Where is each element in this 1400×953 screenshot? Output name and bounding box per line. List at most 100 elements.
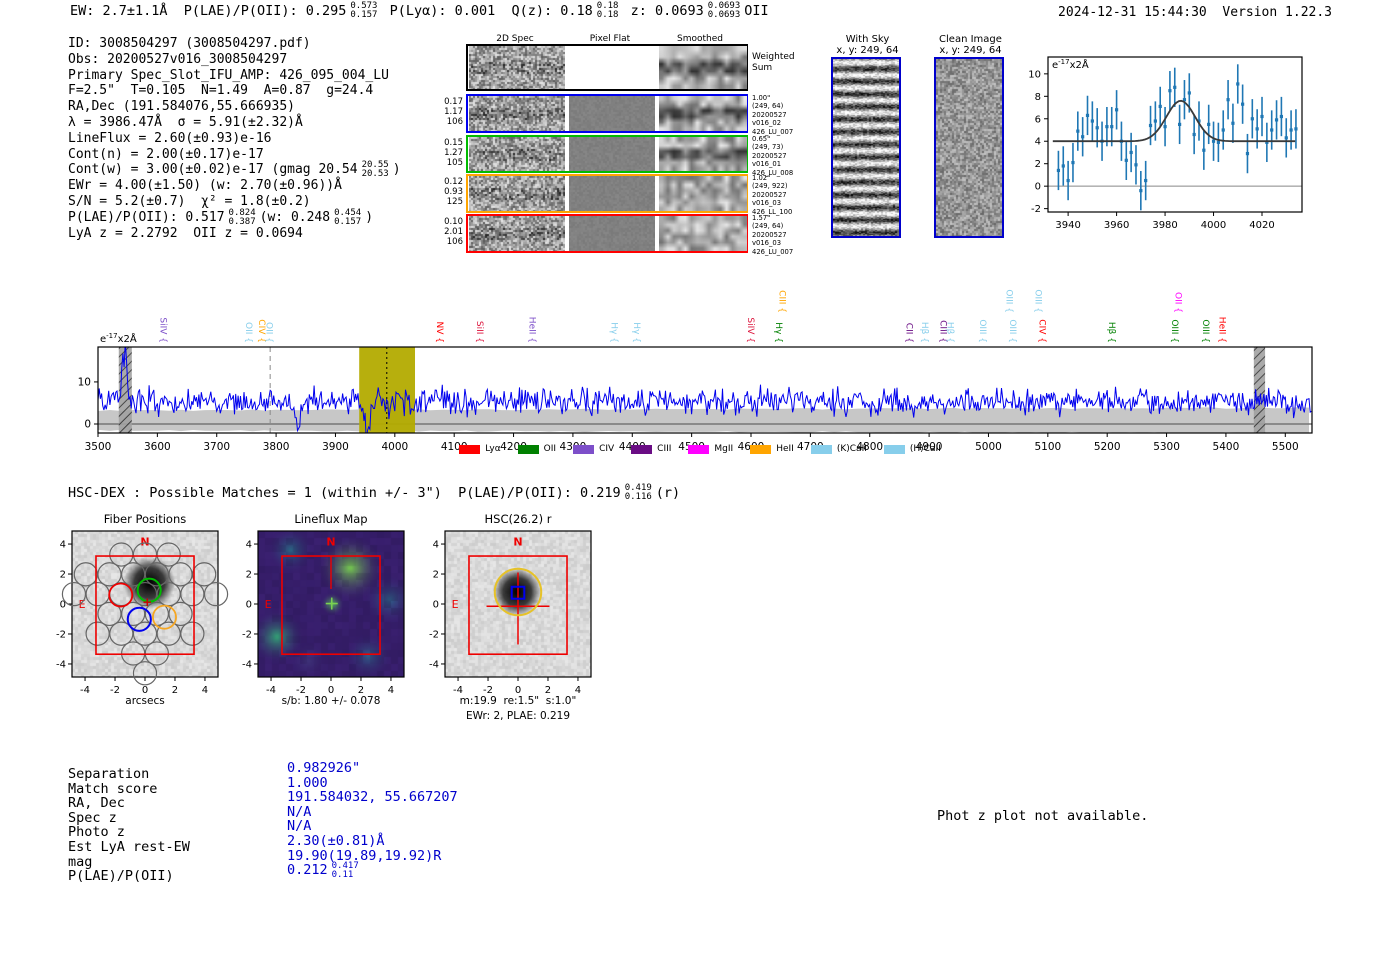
svg-text:2: 2: [1035, 159, 1041, 170]
legend-swatch: [631, 444, 653, 454]
legend-item: (K)CaII: [810, 444, 867, 454]
svg-text:Hγ {: Hγ {: [773, 322, 783, 343]
legend-swatch: [688, 444, 710, 454]
spec2d-row-meta: 0.65" (249, 73) 20200527 v016_01 426_LU_008: [752, 135, 793, 177]
svg-text:4000: 4000: [1201, 220, 1226, 231]
info-line: Cont(n) = 2.00(±0.17)e-17: [68, 147, 401, 163]
info-text: Cont(n) = 2.00(±0.17)e-17: [68, 146, 264, 162]
hsc-header-lo: 0.116: [624, 492, 652, 502]
svg-text:N: N: [140, 536, 149, 549]
spec2d-cutout-grid: 2D Spec Pixel Flat Smoothed Weighted Sum 0.17…: [443, 30, 803, 260]
info-text: ): [365, 209, 374, 225]
svg-text:SiII {: SiII {: [474, 321, 484, 343]
clean-image: [934, 57, 1004, 238]
svg-text:-4: -4: [429, 659, 439, 670]
svg-text:4: 4: [388, 685, 394, 696]
spec2d-2d-image: [469, 216, 565, 251]
svg-text:-4: -4: [242, 659, 252, 670]
match-value-text: N/A: [287, 803, 312, 820]
svg-text:OII {: OII {: [264, 322, 274, 343]
svg-text:SiIV {: SiIV {: [745, 317, 755, 343]
spec2d-column-title: Smoothed: [677, 34, 723, 44]
svg-text:4: 4: [246, 540, 252, 551]
match-field-label: Est LyA rest-EW: [68, 838, 190, 855]
svg-text:OIII {: OIII {: [977, 319, 987, 343]
spec2d-row-stats: 0.15 1.27 105: [443, 138, 463, 168]
clean-coords: x, y: 249, 64: [939, 45, 1002, 56]
match-value-text: 19.90(19.89,19.92)R: [287, 847, 442, 864]
full-spectrum-plot: 3500360037003800390040004100420043004400…: [78, 289, 1313, 453]
spec2d-stat: 0.17: [444, 97, 463, 107]
withsky-coords: x, y: 249, 64: [836, 45, 899, 56]
svg-text:2: 2: [246, 570, 252, 581]
summary-lo: 0.18: [596, 10, 619, 20]
legend-label: CIII: [657, 444, 672, 454]
info-lo: 20.53: [361, 169, 389, 180]
svg-text:3980: 3980: [1152, 220, 1177, 231]
spec2d-row: [466, 44, 748, 91]
legend-item: HeII: [750, 444, 794, 454]
svg-text:E: E: [452, 598, 459, 611]
withsky-image: [831, 57, 901, 238]
info-text: ID: 3008504297 (3008504297.pdf): [68, 36, 311, 51]
info-hilo: 0.454 0.157: [334, 208, 361, 227]
info-text: Obs: 20200527v016_3008504297: [68, 51, 288, 67]
legend-swatch: [517, 444, 539, 454]
spec2d-meta-line: 1.00": [752, 94, 771, 102]
spec2d-row-meta: Weighted Sum: [752, 52, 795, 74]
svg-text:Hγ {: Hγ {: [631, 322, 641, 343]
spec2d-smoothed-image: [659, 216, 747, 251]
spec2d-meta-line: 20200527: [752, 110, 787, 119]
svg-text:10: 10: [78, 376, 91, 388]
info-text: Cont(w) = 3.00(±0.02)e-17 (gmag 20.54: [68, 162, 358, 178]
spec2d-meta-line: 20200527: [752, 151, 787, 160]
match-table-row: RA, Dec 191.584032, 55.667207: [68, 790, 458, 811]
match-value-text: 0.212: [287, 862, 328, 879]
legend-item: CIII: [631, 444, 671, 454]
legend-item: Lyα: [459, 444, 501, 454]
panel-caption: m:19.9 re:1.5" s:1.0": [459, 695, 577, 707]
spec2d-meta-line: v016_01: [752, 160, 782, 169]
legend-swatch: [573, 444, 595, 454]
match-field-label: Match score: [68, 780, 158, 797]
spec2d-meta-line: v016_02: [752, 119, 782, 128]
spec2d-row-stats: 0.17 1.17 106: [443, 97, 463, 127]
spec2d-meta-line: (249, 922): [752, 182, 788, 191]
svg-text:-2: -2: [56, 629, 66, 640]
spec2d-stat: 1.17: [444, 107, 463, 117]
info-text: S/N = 5.2(±0.7) χ² = 1.8(±0.2): [68, 193, 311, 209]
match-table-row: mag 19.90(19.89,19.92)R: [68, 848, 458, 870]
svg-text:e-17x2Å: e-17x2Å: [100, 332, 137, 345]
spec2d-pixelflat-image: [569, 96, 655, 131]
match-value-hilo: 0.417 0.11: [332, 862, 359, 880]
legend-label: OII: [543, 444, 557, 454]
spec2d-stat: 0.93: [444, 187, 463, 197]
legend-label: MgII: [714, 444, 734, 454]
elixer-report-page: EW: 2.7±1.1Å P(LAE)/P(OII): 0.295 0.573 0.…: [0, 0, 1400, 953]
spec2d-2d-image: [469, 137, 565, 171]
summary-lo: 0.157: [350, 10, 378, 20]
spec2d-row: [466, 94, 748, 133]
svg-text:OIII {: OIII {: [1007, 319, 1017, 343]
summary-hilo: 0.573 0.157: [350, 2, 377, 20]
match-table-row: Spec z N/A: [68, 805, 458, 826]
match-value-text: 1.000: [287, 774, 328, 791]
lineflux-map-panel: Lineflux Map -4 -4 -2 -2 0 0 2 2 4 4 N Es/b: 1.80 +/…: [238, 505, 428, 730]
spec2d-stat: 0.15: [444, 138, 463, 148]
svg-text:-4: -4: [80, 685, 90, 696]
svg-text:CIV {: CIV {: [1037, 319, 1047, 343]
match-field-value: 19.90(19.89,19.92)R: [287, 847, 442, 864]
summary-text: P(Lyα): 0.001: [381, 3, 512, 19]
spec2d-row-stats: 0.10 2.01 106: [443, 217, 463, 247]
spec2d-meta-line: (249, 64): [752, 102, 784, 111]
info-text: (w: 0.248: [259, 209, 331, 225]
svg-text:-2: -2: [110, 685, 120, 696]
spec2d-2d-image: [469, 96, 565, 131]
svg-text:OIII {: OIII {: [1169, 319, 1179, 343]
spec2d-row: [466, 214, 748, 253]
svg-text:SiIV {: SiIV {: [157, 317, 167, 343]
svg-text:8: 8: [1035, 92, 1041, 103]
spec2d-pixelflat-image: [569, 137, 655, 171]
spec2d-meta-line: 1.57": [752, 214, 771, 222]
summary-text: P(LAE)/P(OII): 0.295: [183, 3, 347, 19]
